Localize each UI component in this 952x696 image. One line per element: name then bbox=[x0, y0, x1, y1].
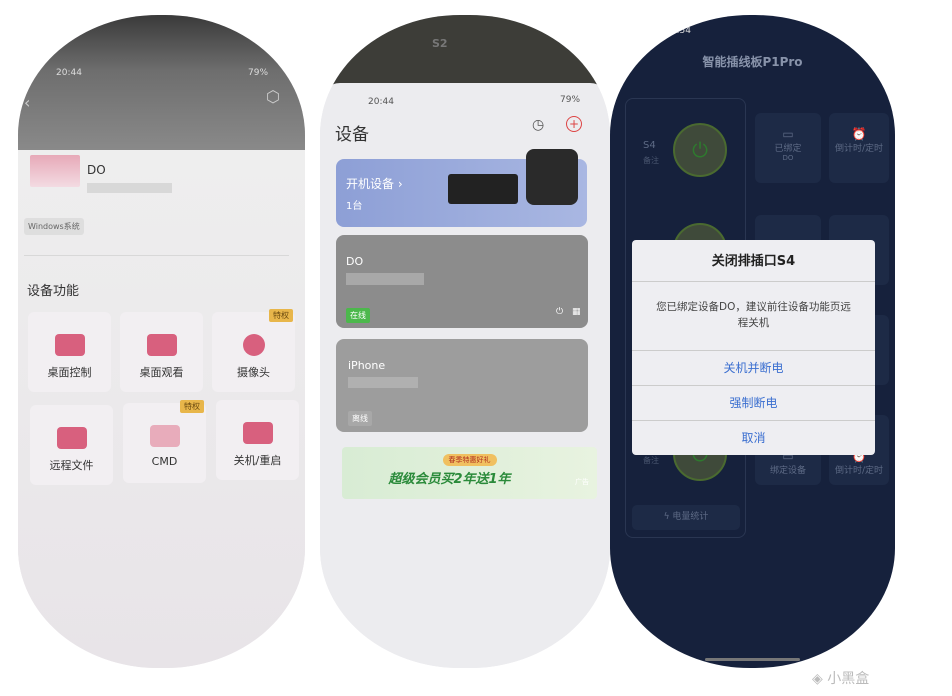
cancel-button[interactable]: 取消 bbox=[632, 420, 875, 455]
cmd-icon bbox=[149, 425, 180, 447]
power-stats-label: 电量统计 bbox=[672, 512, 709, 522]
divider bbox=[24, 255, 289, 256]
status-time: 20:44 bbox=[368, 97, 394, 107]
socket-note: 备注 bbox=[643, 156, 659, 165]
os-tag: Windows系统 bbox=[24, 218, 84, 235]
tile-label: 已绑定 bbox=[774, 144, 802, 154]
bezel bbox=[320, 15, 610, 85]
feature-desktop-control[interactable]: 桌面控制 bbox=[28, 312, 111, 392]
tile-sub: DO bbox=[782, 154, 794, 162]
power-icon[interactable]: ⏻ bbox=[556, 307, 563, 317]
smart-plug-image bbox=[526, 149, 578, 205]
home-indicator bbox=[705, 658, 800, 661]
status-time: 20:44 bbox=[56, 68, 82, 78]
boot-card-count: 1台 bbox=[346, 201, 363, 212]
device-card-do[interactable]: DO 在线 ⏻ ▦ bbox=[336, 235, 588, 328]
section-title: 设备功能 bbox=[27, 284, 80, 299]
socket-power-button[interactable]: ⏻ bbox=[673, 123, 727, 177]
windows-icon: ▦ bbox=[572, 307, 581, 317]
promo-banner[interactable]: 春季特惠好礼 超级会员买2年送1年 广告 bbox=[342, 447, 597, 499]
privilege-badge: 特权 bbox=[180, 400, 204, 413]
device-name: DO bbox=[346, 255, 364, 268]
banner-tag: 春季特惠好礼 bbox=[442, 454, 497, 466]
banner-text: 超级会员买2年送1年 bbox=[388, 472, 511, 487]
status-badge: 离线 bbox=[348, 411, 372, 426]
phone-device-list: S2 20:44 79% 设备 ◷ + 开机设备 › 1台 DO 在线 ⏻ ▦ … bbox=[320, 15, 610, 668]
alarm-icon: ⏰ bbox=[851, 127, 867, 141]
watermark: ◈ 小黑盒 bbox=[812, 671, 870, 687]
battery-level: 79% bbox=[560, 95, 581, 105]
privilege-badge: 特权 bbox=[269, 309, 293, 322]
feature-remote-files[interactable]: 远程文件 bbox=[30, 405, 113, 485]
ad-label: 广告 bbox=[575, 478, 589, 486]
device-id-blurred bbox=[348, 377, 418, 388]
device-name: iPhone bbox=[348, 359, 386, 372]
close-socket-dialog: 关闭排插口S4 您已绑定设备DO，建议前往设备功能页远程关机 关机并断电 强制断… bbox=[632, 240, 875, 455]
shutdown-and-cut-button[interactable]: 关机并断电 bbox=[632, 350, 875, 385]
tile-label: 倒计时/定时 bbox=[834, 144, 884, 154]
feature-label: 关机/重启 bbox=[233, 454, 282, 467]
feature-cmd[interactable]: 特权 CMD bbox=[123, 400, 206, 483]
bound-device-tile[interactable]: ▭ 已绑定 DO bbox=[755, 113, 821, 183]
monitor-icon: ▭ bbox=[782, 127, 794, 141]
back-icon[interactable]: ‹ bbox=[24, 93, 30, 112]
status-time: 20:54 bbox=[665, 26, 691, 36]
power-icon bbox=[242, 422, 273, 444]
history-icon[interactable]: ◷ bbox=[532, 117, 544, 133]
add-icon[interactable]: + bbox=[566, 116, 582, 132]
desktop-control-icon bbox=[54, 334, 85, 356]
tile-label: 绑定设备 bbox=[769, 466, 806, 476]
feature-label: 桌面观看 bbox=[139, 366, 184, 379]
folder-icon bbox=[56, 427, 87, 449]
device-name: DO bbox=[87, 163, 106, 177]
tile-label: 倒计时/定时 bbox=[834, 466, 884, 476]
monitor-icon bbox=[30, 155, 80, 187]
bezel-label: S2 bbox=[432, 37, 448, 50]
page-title: 设备 bbox=[335, 125, 369, 145]
timer-tile[interactable]: ⏰ 倒计时/定时 bbox=[829, 113, 889, 183]
socket-name: S4 bbox=[643, 140, 656, 151]
force-cut-button[interactable]: 强制断电 bbox=[632, 385, 875, 420]
feature-label: 桌面控制 bbox=[47, 366, 92, 379]
feature-label: 摄像头 bbox=[237, 366, 270, 379]
feature-power[interactable]: 关机/重启 bbox=[216, 400, 299, 480]
socket-note: 备注 bbox=[643, 456, 659, 465]
status-badge: 在线 bbox=[346, 308, 370, 323]
feature-desktop-view[interactable]: 桌面观看 bbox=[120, 312, 203, 392]
header-background bbox=[18, 15, 305, 155]
dialog-title: 关闭排插口S4 bbox=[632, 240, 875, 282]
phone-power-strip: 20:54 智能插线板P1Pro S4 备注 ⏻ ⏻ ⏻ ⏻ 备注 ▭已绑定DO… bbox=[610, 15, 895, 668]
power-stats-button[interactable]: ϟ 电量统计 bbox=[632, 505, 740, 530]
device-id-blurred bbox=[346, 273, 424, 285]
feature-label: CMD bbox=[151, 455, 178, 468]
phone-device-detail: 20:44 79% ‹ ⬡ DO Windows系统 设备功能 桌面控制 桌面观… bbox=[18, 15, 305, 668]
power-box-image bbox=[448, 174, 518, 204]
battery-level: 79% bbox=[248, 68, 269, 78]
camera-icon bbox=[242, 334, 265, 356]
device-id-blurred bbox=[87, 183, 172, 193]
boot-device-card[interactable]: 开机设备 › 1台 bbox=[336, 149, 587, 227]
feature-camera[interactable]: 特权摄像头 bbox=[212, 309, 295, 392]
device-card-iphone[interactable]: iPhone 离线 bbox=[336, 339, 588, 432]
dialog-message: 您已绑定设备DO，建议前往设备功能页远程关机 bbox=[656, 301, 851, 329]
watermark-text: 小黑盒 bbox=[827, 671, 870, 687]
settings-icon[interactable]: ⬡ bbox=[266, 87, 280, 106]
boot-card-title: 开机设备 › bbox=[346, 177, 403, 191]
feature-label: 远程文件 bbox=[49, 459, 94, 472]
desktop-view-icon bbox=[146, 334, 177, 356]
page-title: 智能插线板P1Pro bbox=[702, 55, 803, 69]
